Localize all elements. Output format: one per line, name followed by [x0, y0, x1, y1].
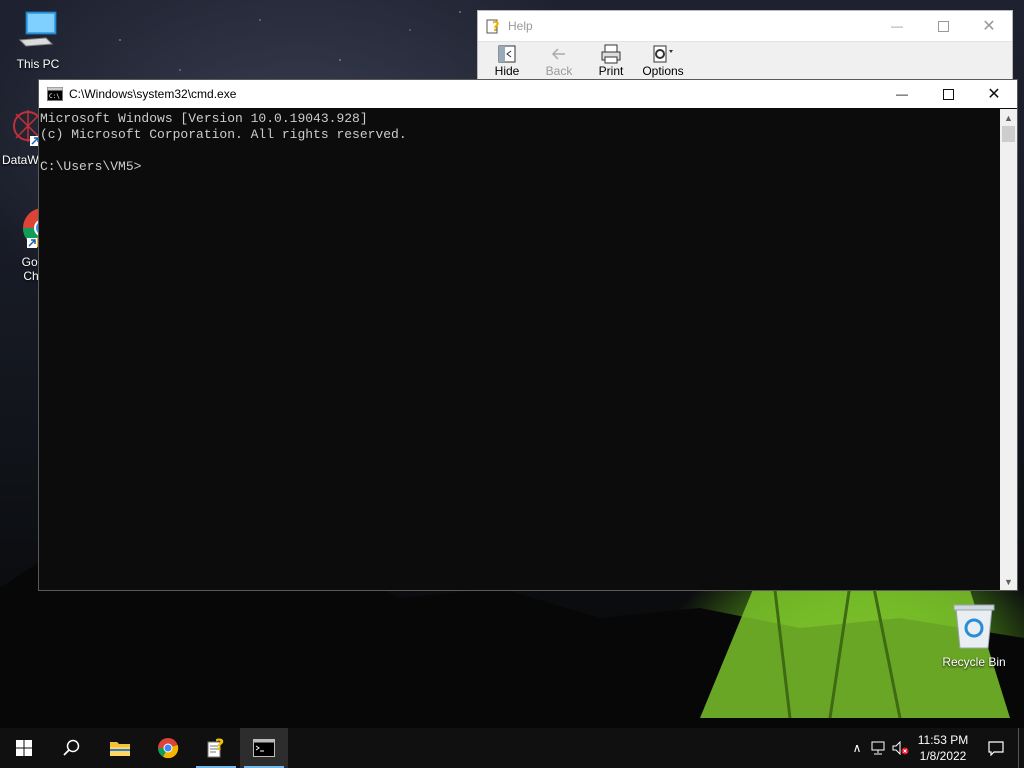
help-window[interactable]: ? Help — ✕ Hide Back Print Options [477, 10, 1013, 82]
close-button[interactable]: ✕ [966, 11, 1012, 41]
vertical-scrollbar[interactable]: ▲ ▼ [1000, 109, 1017, 590]
taskbar-clock[interactable]: 11:53 PM 1/8/2022 [912, 732, 974, 764]
taskbar-help-viewer[interactable]: ? [192, 728, 240, 768]
scroll-up-button[interactable]: ▲ [1000, 109, 1017, 126]
search-button[interactable] [48, 728, 96, 768]
maximize-button[interactable] [920, 11, 966, 41]
chevron-up-icon: ∧ [852, 741, 862, 755]
desktop-icon-this-pc[interactable]: This PC [0, 10, 76, 71]
scroll-down-button[interactable]: ▼ [1000, 573, 1017, 590]
close-icon: ✕ [982, 18, 996, 35]
maximize-icon [937, 20, 949, 32]
taskbar-file-explorer[interactable] [96, 728, 144, 768]
clock-time: 11:53 PM [917, 733, 969, 747]
volume-muted-icon [892, 741, 909, 755]
svg-text:?: ? [492, 20, 500, 34]
action-center-button[interactable] [974, 728, 1018, 768]
computer-icon [18, 11, 57, 47]
cmd-app-icon: C:\ [47, 87, 63, 101]
svg-text:C:\: C:\ [49, 93, 60, 100]
options-label: Options [642, 64, 684, 78]
start-button[interactable] [0, 728, 48, 768]
minimize-icon: — [891, 19, 903, 33]
back-arrow-icon [551, 48, 565, 60]
hide-pane-icon [498, 45, 516, 63]
svg-text:?: ? [215, 737, 224, 754]
desktop-icon-label: Recycle Bin [942, 655, 1006, 669]
cmd-title-bar[interactable]: C:\ C:\Windows\system32\cmd.exe — ✕ [39, 80, 1017, 108]
volume-button[interactable] [890, 728, 912, 768]
back-label: Back [545, 64, 573, 78]
maximize-button[interactable] [925, 80, 971, 108]
chrome-icon [157, 738, 179, 759]
back-button[interactable]: Back [540, 42, 578, 80]
folder-icon [110, 742, 130, 756]
printer-icon [601, 44, 621, 64]
desktop-icon-label: This PC [16, 57, 60, 71]
cmd-window[interactable]: C:\ C:\Windows\system32\cmd.exe — ✕ Micr… [38, 79, 1018, 591]
hide-label: Hide [494, 64, 520, 78]
cmd-window-title: C:\Windows\system32\cmd.exe [69, 87, 237, 101]
taskbar-chrome[interactable] [144, 728, 192, 768]
close-button[interactable]: ✕ [971, 80, 1017, 108]
desktop-icon-recycle-bin[interactable]: Recycle Bin [936, 602, 1012, 669]
help-app-icon: ? [207, 737, 224, 758]
cmd-app-icon [253, 739, 275, 757]
scrollbar-thumb[interactable] [1002, 126, 1015, 142]
network-status-button[interactable] [868, 728, 890, 768]
options-icon [653, 45, 673, 63]
minimize-icon: — [896, 87, 908, 101]
chevron-up-icon: ▲ [1004, 112, 1013, 123]
clock-date: 1/8/2022 [919, 749, 967, 763]
windows-logo-icon [16, 740, 32, 756]
options-button[interactable]: Options [642, 42, 684, 80]
hide-button[interactable]: Hide [488, 42, 526, 80]
close-icon: ✕ [987, 86, 1001, 103]
print-button[interactable]: Print [592, 42, 630, 80]
system-tray: ∧ 11:53 PM 1/8/2022 [846, 728, 1024, 768]
maximize-icon [942, 88, 954, 100]
help-app-icon: ? [486, 19, 500, 34]
dataw-shortcut-icon [13, 110, 43, 146]
taskbar-command-prompt[interactable] [240, 728, 288, 768]
console-output[interactable]: Microsoft Windows [Version 10.0.19043.92… [39, 109, 1000, 590]
show-hidden-icons-button[interactable]: ∧ [846, 728, 868, 768]
recycle-bin-icon [953, 604, 995, 649]
help-toolbar: Hide Back Print Options [478, 41, 1012, 80]
minimize-button[interactable]: — [879, 80, 925, 108]
search-icon [63, 739, 80, 756]
notification-icon [988, 740, 1004, 756]
minimize-button[interactable]: — [874, 11, 920, 41]
show-desktop-button[interactable] [1018, 728, 1024, 768]
help-title-bar[interactable]: ? Help — ✕ [478, 11, 1012, 41]
network-icon [871, 741, 885, 755]
taskbar: ? ∧ 11:53 PM 1/8/2022 [0, 728, 1024, 768]
chevron-down-icon: ▼ [1004, 576, 1013, 587]
help-window-title: Help [508, 19, 533, 33]
print-label: Print [598, 64, 624, 78]
